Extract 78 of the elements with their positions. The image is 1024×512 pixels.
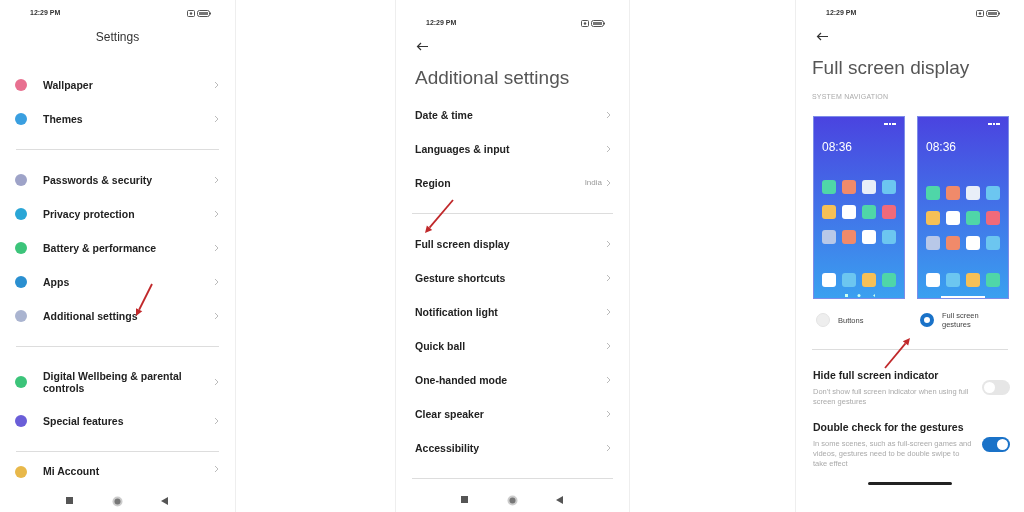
chevron-icon: [214, 115, 219, 123]
chevron-icon: [214, 210, 219, 218]
back-arrow-icon[interactable]: [416, 41, 429, 51]
settings-item[interactable]: Wallpaper: [0, 68, 235, 102]
settings-item[interactable]: Notification light: [396, 295, 629, 329]
chevron-icon: [606, 342, 611, 350]
chevron-icon: [214, 378, 219, 386]
circle-icon: [14, 173, 28, 187]
recent-apps-icon[interactable]: [66, 497, 74, 505]
chevron-icon: [214, 312, 219, 320]
notification-icon: [581, 19, 589, 27]
toggle-switch[interactable]: [982, 379, 1010, 395]
settings-item[interactable]: Gesture shortcuts: [396, 261, 629, 295]
chevron-icon: [606, 410, 611, 418]
circle-icon: [14, 465, 28, 479]
circle-icon: [14, 375, 28, 389]
chevron-icon: [606, 444, 611, 452]
status-icons: [988, 123, 1000, 126]
back-arrow-icon[interactable]: [816, 31, 829, 41]
toggle-title: Double check for the gestures: [813, 420, 965, 436]
settings-item[interactable]: Themes: [0, 102, 235, 136]
clock-time: 08:36: [822, 139, 854, 156]
chevron-icon: [214, 465, 219, 473]
setting-value: India: [584, 177, 602, 189]
settings-item[interactable]: Mi Account: [0, 465, 235, 485]
settings-item[interactable]: Languages & input: [396, 132, 629, 166]
settings-item[interactable]: Accessibility: [396, 431, 629, 465]
chevron-icon: [606, 145, 611, 153]
screen-title: Full screen display: [811, 56, 971, 80]
chevron-icon: [214, 278, 219, 286]
notification-icon: [187, 9, 195, 17]
clock-time: 08:36: [926, 139, 958, 156]
circle-icon: [14, 414, 28, 428]
circle-icon: [14, 241, 28, 255]
notification-icon: [976, 9, 984, 17]
settings-item[interactable]: Region India: [396, 166, 629, 200]
settings-item[interactable]: Clear speaker: [396, 397, 629, 431]
battery-icon: [197, 9, 211, 17]
home-icon[interactable]: [507, 494, 518, 506]
status-icons: [884, 123, 896, 126]
chevron-icon: [214, 417, 219, 425]
circle-icon: [14, 112, 28, 126]
chevron-icon: [606, 274, 611, 282]
screen-title: Settings: [94, 29, 141, 46]
chevron-icon: [606, 111, 611, 119]
settings-item[interactable]: Battery & performance: [0, 231, 235, 265]
chevron-icon: [214, 244, 219, 252]
settings-item[interactable]: Full screen display: [396, 227, 629, 261]
battery-icon: [986, 9, 1000, 17]
toggle-title: Hide full screen indicator: [813, 368, 940, 383]
chevron-icon: [606, 376, 611, 384]
circle-icon: [14, 207, 28, 221]
settings-item[interactable]: Additional settings: [0, 299, 235, 333]
chevron-icon: [214, 81, 219, 89]
chevron-icon: [214, 176, 219, 184]
settings-item[interactable]: Date & time: [396, 98, 629, 132]
settings-item[interactable]: Digital Wellbeing & parental controls: [0, 360, 235, 404]
settings-item[interactable]: Passwords & security: [0, 163, 235, 197]
screen-title: Additional settings: [414, 66, 571, 90]
chevron-icon: [606, 179, 611, 187]
settings-item[interactable]: Special features: [0, 404, 235, 438]
circle-icon: [14, 78, 28, 92]
home-icon[interactable]: [112, 495, 123, 507]
home-indicator[interactable]: [868, 482, 952, 486]
chevron-icon: [606, 240, 611, 248]
toggle-switch[interactable]: [982, 436, 1010, 452]
circle-icon: [14, 309, 28, 323]
back-icon[interactable]: [556, 496, 564, 504]
radio-button[interactable]: [920, 313, 934, 327]
back-icon[interactable]: [161, 497, 169, 505]
recent-apps-icon[interactable]: [461, 496, 469, 504]
settings-item[interactable]: Quick ball: [396, 329, 629, 363]
circle-icon: [14, 275, 28, 289]
settings-item[interactable]: Apps: [0, 265, 235, 299]
chevron-icon: [606, 308, 611, 316]
settings-item[interactable]: Privacy protection: [0, 197, 235, 231]
settings-item[interactable]: One-handed mode: [396, 363, 629, 397]
battery-icon: [591, 19, 605, 27]
